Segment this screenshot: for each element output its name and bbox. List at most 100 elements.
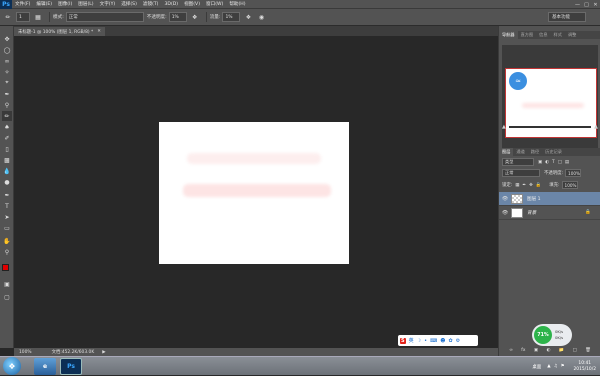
pen-tool-icon[interactable]: ✒ xyxy=(2,190,12,200)
hand-tool-icon[interactable]: ✋ xyxy=(2,236,12,246)
lock-all-icon[interactable]: 🔒 xyxy=(536,183,541,188)
tab-navigator[interactable]: 导航器 xyxy=(499,31,518,39)
menu-help[interactable]: 帮助(H) xyxy=(226,1,248,7)
tab-channels[interactable]: 通道 xyxy=(513,149,527,155)
user-icon[interactable]: ☻ xyxy=(440,338,445,344)
tab-paths[interactable]: 路径 xyxy=(528,149,542,155)
healing-brush-tool-icon[interactable]: ⚲ xyxy=(2,100,12,110)
lasso-tool-icon[interactable]: ∞ xyxy=(2,56,12,66)
zoom-out-icon[interactable]: ▲ xyxy=(502,124,506,130)
filter-shape-icon[interactable]: □ xyxy=(558,160,562,165)
skin-icon[interactable]: ✿ xyxy=(449,338,453,344)
moon-icon[interactable]: ☽ xyxy=(417,338,421,344)
workspace-select[interactable]: 基本功能 xyxy=(548,12,586,22)
menu-type[interactable]: 文字(Y) xyxy=(97,1,119,7)
filter-pixel-icon[interactable]: ▣ xyxy=(538,160,542,165)
zoom-slider[interactable] xyxy=(508,126,592,128)
delete-layer-icon[interactable]: 🗑 xyxy=(585,348,591,353)
shape-tool-icon[interactable]: ▭ xyxy=(2,223,12,233)
lock-position-icon[interactable]: ✥ xyxy=(529,183,533,188)
eraser-tool-icon[interactable]: ▯ xyxy=(2,144,12,154)
visibility-eye-icon[interactable]: 👁 xyxy=(499,210,511,216)
menu-edit[interactable]: 编辑(E) xyxy=(33,1,55,7)
type-tool-icon[interactable]: T xyxy=(2,201,12,211)
airbrush-icon[interactable]: ❖ xyxy=(243,12,253,22)
move-tool-icon[interactable]: ✥ xyxy=(2,34,12,44)
menu-filter[interactable]: 滤镜(T) xyxy=(140,1,162,7)
tray-volume-icon[interactable]: ♫ xyxy=(554,364,558,369)
eyedropper-tool-icon[interactable]: ✒ xyxy=(2,89,12,99)
zoom-in-icon[interactable]: ▲ xyxy=(594,124,598,130)
tray-network-icon[interactable]: ▲ xyxy=(547,364,550,369)
start-button[interactable]: ❖ xyxy=(3,357,21,375)
magic-wand-tool-icon[interactable]: ✧ xyxy=(2,67,12,77)
quick-mask-icon[interactable]: ▣ xyxy=(2,279,12,289)
close-icon[interactable]: ✕ xyxy=(591,0,600,9)
tab-info[interactable]: 信息 xyxy=(536,32,550,38)
taskbar-ie-icon[interactable]: e xyxy=(34,358,56,375)
close-tab-icon[interactable]: ✕ xyxy=(97,29,101,34)
crop-tool-icon[interactable]: ⌖ xyxy=(2,78,12,88)
taskbar-clock[interactable]: 10:41 2015/10/2 xyxy=(573,361,596,373)
foreground-color-swatch[interactable] xyxy=(2,264,9,271)
marquee-tool-icon[interactable]: ◯ xyxy=(2,45,12,55)
adjustment-layer-icon[interactable]: ◐ xyxy=(546,348,550,353)
layer-row-background[interactable]: 👁 背景 🔒 xyxy=(499,206,600,220)
status-menu-arrow-icon[interactable]: ▶ xyxy=(102,350,105,355)
tab-adjustments[interactable]: 调整 xyxy=(565,32,579,38)
tray-flag-icon[interactable]: ⚑ xyxy=(561,364,565,369)
opacity-input[interactable]: 1% xyxy=(168,12,187,22)
zoom-level[interactable]: 100% xyxy=(19,350,32,355)
brush-tool-preset-icon[interactable]: ✏ xyxy=(3,12,13,22)
path-selection-tool-icon[interactable]: ➤ xyxy=(2,212,12,222)
history-brush-tool-icon[interactable]: ✐ xyxy=(2,133,12,143)
visibility-eye-icon[interactable]: 👁 xyxy=(499,196,511,202)
mode-select[interactable]: 正常 xyxy=(65,12,144,22)
layer-kind-filter[interactable]: 类型 xyxy=(502,158,534,166)
brush-tool-icon[interactable]: ✏ xyxy=(2,111,12,121)
dodge-tool-icon[interactable]: ● xyxy=(2,177,12,187)
layer-row-layer-1[interactable]: 👁 图层 1 xyxy=(499,192,600,206)
size-pressure-icon[interactable]: ◉ xyxy=(256,12,266,22)
menu-3d[interactable]: 3D(D) xyxy=(161,2,181,7)
menu-window[interactable]: 窗口(W) xyxy=(203,1,226,7)
desktop-toolbar-label[interactable]: 桌面 xyxy=(532,364,541,370)
tab-history[interactable]: 历史记录 xyxy=(542,149,565,155)
add-mask-icon[interactable]: ▣ xyxy=(534,348,538,353)
minimize-icon[interactable]: — xyxy=(573,0,582,9)
menu-image[interactable]: 图像(I) xyxy=(55,1,75,7)
document-tab[interactable]: 未标题-1 @ 100% (图层 1, RGB/8) * ✕ xyxy=(14,27,105,36)
screen-mode-icon[interactable]: ▢ xyxy=(2,292,12,302)
lock-transparent-icon[interactable]: ▦ xyxy=(515,183,519,188)
filter-adjust-icon[interactable]: ◐ xyxy=(545,160,549,165)
menu-select[interactable]: 选择(S) xyxy=(118,1,140,7)
zoom-tool-icon[interactable]: ⚲ xyxy=(2,247,12,257)
tools-icon[interactable]: ⚙ xyxy=(456,338,460,344)
lock-image-icon[interactable]: ✒ xyxy=(522,183,526,188)
gradient-tool-icon[interactable]: ▩ xyxy=(2,155,12,165)
tab-styles[interactable]: 样式 xyxy=(551,32,565,38)
opacity-pressure-icon[interactable]: ❖ xyxy=(190,12,200,22)
punctuation-icon[interactable]: • xyxy=(424,338,427,344)
brush-size-picker[interactable]: 1 xyxy=(16,12,30,22)
menu-layer[interactable]: 图层(L) xyxy=(75,1,96,7)
tab-histogram[interactable]: 直方图 xyxy=(518,32,537,38)
layer-style-icon[interactable]: fx xyxy=(521,348,525,353)
sogou-logo-icon[interactable]: S xyxy=(400,337,406,344)
blend-mode-select[interactable]: 正常 xyxy=(502,169,540,177)
navigator-preview[interactable]: ≈ xyxy=(502,45,598,153)
new-group-icon[interactable]: 📁 xyxy=(559,348,564,353)
menu-file[interactable]: 文件(F) xyxy=(12,1,33,7)
network-speed-widget[interactable]: 71% 0K/s 0K/s xyxy=(532,324,572,346)
menu-view[interactable]: 视图(V) xyxy=(181,1,203,7)
tab-layers[interactable]: 图层 xyxy=(499,148,514,156)
document-canvas[interactable] xyxy=(159,122,349,264)
flow-input[interactable]: 1% xyxy=(222,12,241,22)
keyboard-icon[interactable]: ⌨ xyxy=(430,338,437,344)
ime-language-toggle[interactable]: 英 xyxy=(409,337,414,344)
clone-stamp-tool-icon[interactable]: ♠ xyxy=(2,122,12,132)
link-layers-icon[interactable]: ∞ xyxy=(509,348,513,353)
brush-panel-toggle-icon[interactable]: ▦ xyxy=(33,12,43,22)
layer-opacity-input[interactable]: 100% xyxy=(565,169,582,177)
new-layer-icon[interactable]: □ xyxy=(573,348,577,353)
